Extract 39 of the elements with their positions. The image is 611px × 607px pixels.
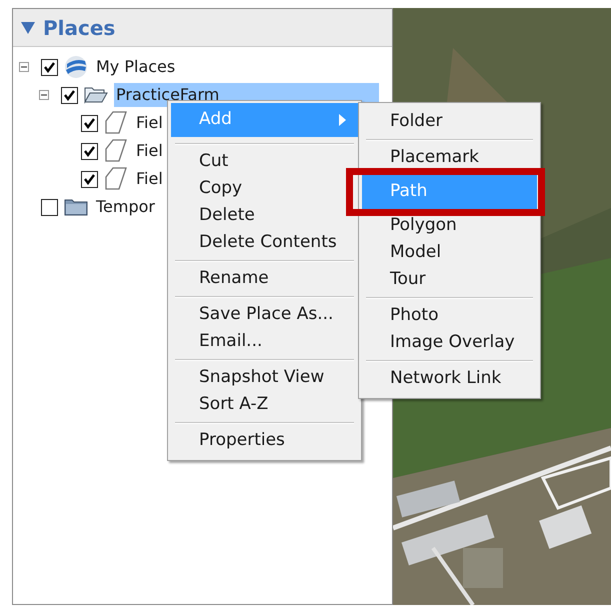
checkbox[interactable] [81,142,98,160]
checkbox[interactable] [61,86,78,104]
menu-item[interactable]: Placemark [362,148,492,168]
menu-item[interactable]: Save Place As... [171,305,346,325]
menu-item[interactable]: Sort A-Z [171,395,280,415]
polygon-icon [104,111,128,135]
menu-item[interactable]: Rename [171,269,281,289]
tree-item-label[interactable]: Tempor [94,195,158,219]
panel-header[interactable]: Places [13,9,392,47]
globe-icon [64,55,88,79]
panel-title: Places [43,14,116,42]
tree-item-label[interactable]: Fiel [134,167,165,191]
checkbox[interactable] [81,170,98,188]
menu-item[interactable]: Delete Contents [171,233,349,253]
collapse-icon[interactable] [39,90,49,100]
menu-item[interactable]: Network Link [362,369,514,389]
polygon-icon [104,167,128,191]
menu-item[interactable]: Email... [171,332,274,352]
menu-item[interactable]: Model [362,243,454,263]
collapse-icon[interactable] [19,62,29,72]
tree-item-label[interactable]: Fiel [134,111,165,135]
menu-item[interactable]: Delete [171,206,267,226]
menu-item[interactable]: Tour [362,270,438,290]
menu-item[interactable]: Copy [171,179,254,199]
tree-item-label[interactable]: My Places [94,55,178,79]
menu-item[interactable]: Photo [362,306,450,326]
menu-item[interactable]: Snapshot View [171,368,336,388]
menu-item[interactable]: Image Overlay [362,333,527,353]
folder-icon [64,197,88,217]
menu-item[interactable]: Cut [171,152,240,172]
checkbox[interactable] [41,58,58,76]
checkbox[interactable] [41,198,58,216]
polygon-icon [104,139,128,163]
menu-item[interactable]: Folder [362,112,455,132]
tree-item-label[interactable]: Fiel [134,139,165,163]
checkbox[interactable] [81,114,98,132]
menu-item[interactable]: Polygon [362,216,469,236]
menu-item[interactable]: Properties [171,431,297,451]
open-folder-icon [84,85,108,105]
